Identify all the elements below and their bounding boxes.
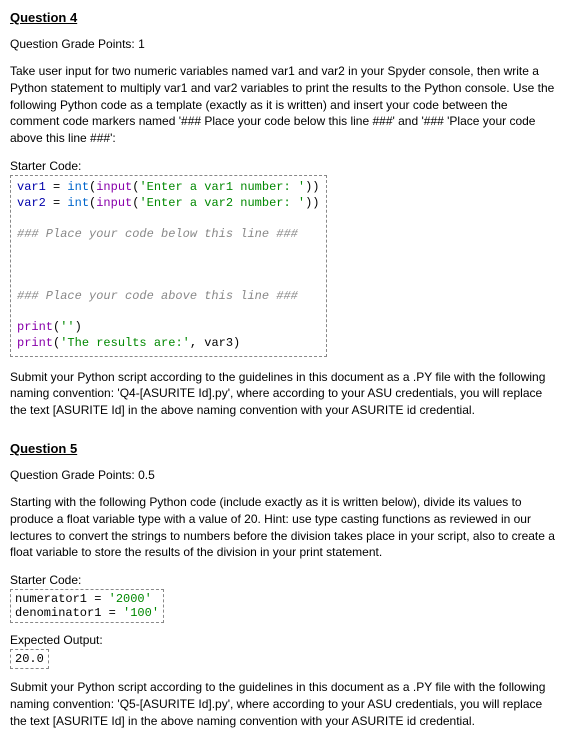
- code-line: numerator1 = '2000': [15, 592, 152, 606]
- int-token: int: [67, 196, 89, 210]
- eq-token: =: [87, 592, 109, 606]
- question-4-header: Question 4: [10, 10, 555, 25]
- print-token: print: [17, 320, 53, 334]
- code-line: var2 = int(input('Enter a var2 number: '…: [17, 196, 320, 210]
- print-token: print: [17, 336, 53, 350]
- eq-token: =: [46, 196, 68, 210]
- q5-grade-points: Question Grade Points: 0.5: [10, 468, 555, 482]
- q5-expected-label: Expected Output:: [10, 633, 555, 647]
- output-value: 20.0: [15, 652, 44, 666]
- code-line: denominator1 = '100': [15, 606, 159, 620]
- q5-body-text: Starting with the following Python code …: [10, 494, 555, 561]
- paren-token: ): [75, 320, 82, 334]
- q4-grade-points: Question Grade Points: 1: [10, 37, 555, 51]
- spacer: [10, 431, 555, 441]
- str-token: '': [60, 320, 74, 334]
- var-token: var1: [17, 180, 46, 194]
- question-5-header: Question 5: [10, 441, 555, 456]
- str-token: '2000': [109, 592, 152, 606]
- var-token: denominator1: [15, 606, 101, 620]
- var-token: var2: [17, 196, 46, 210]
- var-token: , var3): [190, 336, 240, 350]
- comment-line: ### Place your code above this line ###: [17, 289, 298, 303]
- q4-footer-text: Submit your Python script according to t…: [10, 369, 555, 419]
- str-token: 'The results are:': [60, 336, 190, 350]
- paren-token: )): [305, 180, 319, 194]
- q4-starter-label: Starter Code:: [10, 159, 555, 173]
- q5-code-block: numerator1 = '2000' denominator1 = '100': [10, 589, 164, 623]
- paren-token: )): [305, 196, 319, 210]
- var-token: numerator1: [15, 592, 87, 606]
- input-token: input: [96, 180, 132, 194]
- input-token: input: [96, 196, 132, 210]
- code-line: print(''): [17, 320, 82, 334]
- q5-expected-output: 20.0: [10, 649, 49, 669]
- q5-footer-text: Submit your Python script according to t…: [10, 679, 555, 729]
- q4-code-block: var1 = int(input('Enter a var1 number: '…: [10, 175, 327, 357]
- comment-line: ### Place your code below this line ###: [17, 227, 298, 241]
- int-token: int: [67, 180, 89, 194]
- code-line: var1 = int(input('Enter a var1 number: '…: [17, 180, 320, 194]
- str-token: 'Enter a var2 number: ': [139, 196, 305, 210]
- eq-token: =: [101, 606, 123, 620]
- q4-body-text: Take user input for two numeric variable…: [10, 63, 555, 147]
- code-line: print('The results are:', var3): [17, 336, 240, 350]
- str-token: 'Enter a var1 number: ': [139, 180, 305, 194]
- str-token: '100': [123, 606, 159, 620]
- q5-starter-label: Starter Code:: [10, 573, 555, 587]
- eq-token: =: [46, 180, 68, 194]
